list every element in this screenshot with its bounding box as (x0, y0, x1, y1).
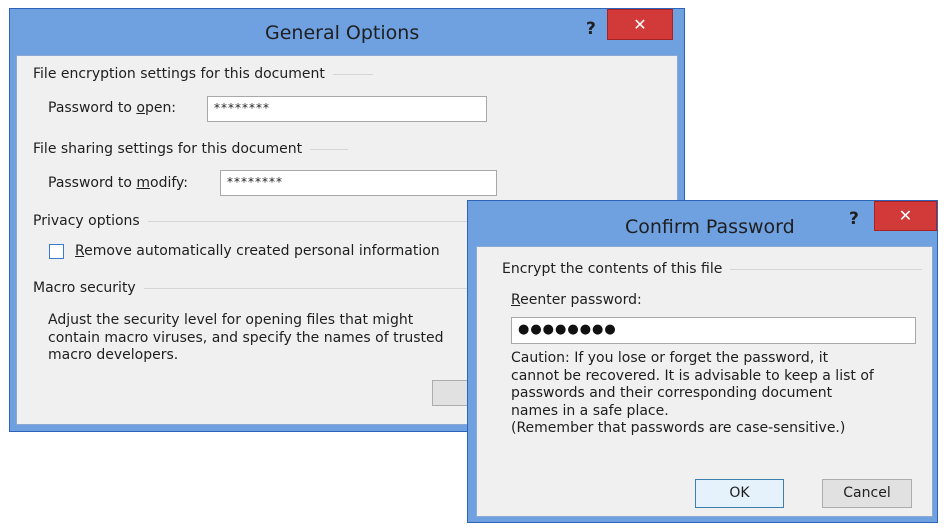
privacy-section-heading: Privacy options (33, 213, 478, 229)
caution-line-4: names in a safe place. (511, 402, 669, 419)
remove-label-key: R (75, 243, 85, 259)
macro-description: Adjust the security level for opening fi… (48, 312, 444, 365)
caution-text: Caution: If you lose or forget the passw… (511, 350, 874, 438)
divider (147, 220, 478, 222)
confirm-password-titlebar: Confirm Password ? ✕ (468, 201, 937, 247)
encrypt-heading-text: Encrypt the contents of this file (502, 261, 723, 277)
remove-personal-info-checkbox[interactable] (49, 244, 64, 259)
close-button[interactable]: ✕ (874, 201, 937, 231)
general-options-titlebar: General Options ? ✕ (10, 9, 684, 55)
help-icon[interactable]: ? (586, 19, 596, 39)
confirm-password-title: Confirm Password (625, 216, 795, 238)
macro-line-1: Adjust the security level for opening fi… (48, 312, 414, 328)
reenter-label-key: R (511, 292, 521, 308)
confirm-password-client: Encrypt the contents of this file Reente… (476, 246, 933, 517)
password-open-label-post: pen: (144, 100, 177, 116)
password-modify-label-post: odify: (150, 175, 189, 191)
macro-heading-text: Macro security (33, 280, 136, 296)
password-modify-label-pre: Password to (48, 175, 137, 191)
remove-label-rest: emove automatically created personal inf… (84, 243, 440, 259)
caution-line-2: cannot be recovered. It is advisable to … (511, 367, 874, 384)
password-open-label-pre: Password to (48, 100, 137, 116)
encryption-section-heading: File encryption settings for this docume… (33, 66, 373, 82)
macro-line-2: contain macro viruses, and specify the n… (48, 329, 444, 346)
divider (332, 73, 373, 75)
ok-button[interactable]: OK (695, 479, 784, 508)
encryption-heading-text: File encryption settings for this docume… (33, 66, 325, 82)
sharing-section-heading: File sharing settings for this document (33, 141, 348, 157)
remove-personal-info-label[interactable]: Remove automatically created personal in… (75, 243, 440, 259)
general-options-title: General Options (265, 22, 420, 44)
cancel-button[interactable]: Cancel (822, 479, 912, 508)
divider (310, 148, 348, 150)
password-open-input[interactable]: ******** (207, 96, 487, 122)
divider (730, 268, 922, 270)
password-open-label: Password to open: (48, 100, 176, 116)
caution-line-3: passwords and their corresponding docume… (511, 385, 833, 401)
reenter-password-label: Reenter password: (511, 292, 642, 308)
reenter-label-rest: eenter password: (520, 292, 642, 308)
sharing-heading-text: File sharing settings for this document (33, 141, 303, 157)
divider (143, 287, 478, 289)
macro-line-3: macro developers. (48, 347, 179, 363)
password-modify-label-key: m (136, 175, 150, 191)
encrypt-contents-heading: Encrypt the contents of this file (502, 261, 922, 277)
reenter-password-input[interactable]: ●●●●●●●● (511, 317, 916, 344)
caution-line-1: Caution: If you lose or forget the passw… (511, 350, 829, 366)
password-open-label-key: o (136, 100, 145, 116)
password-modify-label: Password to modify: (48, 175, 188, 191)
password-modify-input[interactable]: ******** (220, 170, 497, 196)
caution-line-5: (Remember that passwords are case-sensit… (511, 420, 846, 436)
privacy-heading-text: Privacy options (33, 213, 140, 229)
close-button[interactable]: ✕ (607, 9, 673, 40)
help-icon[interactable]: ? (849, 209, 859, 229)
macro-section-heading: Macro security (33, 280, 478, 296)
confirm-password-dialog: Confirm Password ? ✕ Encrypt the content… (467, 200, 938, 523)
